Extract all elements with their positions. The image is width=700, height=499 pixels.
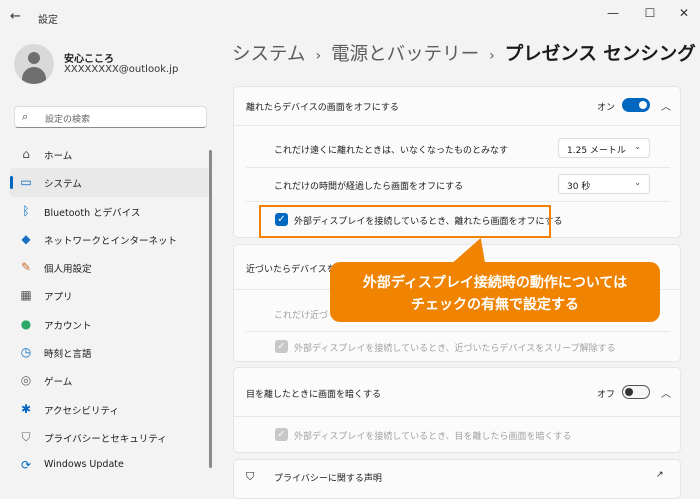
clock-icon: ◷: [20, 345, 32, 360]
lock-on-leave-title: 離れたらデバイスの画面をオフにする: [246, 103, 399, 113]
external-display-dim-label: 外部ディスプレイを接続しているとき、目を離したら画面を暗くする: [294, 432, 572, 442]
lock-on-leave-toggle[interactable]: [622, 98, 650, 112]
breadcrumb: システム › 電源とバッテリー › プレゼンス センシング: [232, 40, 696, 66]
sidebar-item-label: ネットワークとインターネット: [44, 235, 178, 247]
wake-distance-label: これだけ近づ: [274, 311, 329, 321]
brush-icon: ✎: [20, 260, 32, 275]
person-head-icon: [28, 52, 40, 64]
dim-toggle-state: オフ: [597, 390, 616, 400]
game-icon: ◎: [20, 373, 32, 388]
distance-select[interactable]: 1.25 メートル ⌄: [558, 138, 650, 158]
chevron-up-icon[interactable]: ︿: [661, 98, 671, 113]
sidebar-item-label: アカウント: [44, 320, 92, 332]
sidebar-item-system[interactable]: ▭ システム: [10, 168, 210, 197]
sidebar-item-clock[interactable]: ◷ 時刻と言語: [10, 338, 210, 366]
page-title: プレゼンス センシング: [504, 44, 696, 65]
chevron-down-icon: ⌄: [634, 142, 641, 151]
update-icon: ⟳: [20, 458, 32, 473]
sidebar-item-home[interactable]: ⌂ ホーム: [10, 140, 210, 168]
sidebar-item-label: 個人用設定: [44, 264, 92, 276]
callout-line-2: チェックの有無で設定する: [411, 297, 579, 313]
apps-icon: ▦: [20, 288, 32, 303]
maximize-icon[interactable]: ☐: [640, 6, 660, 20]
search-placeholder: 設定の検索: [45, 115, 91, 125]
external-link-icon: ↗: [656, 470, 664, 480]
sidebar-item-label: Windows Update: [44, 459, 124, 471]
network-icon: ◆: [21, 231, 31, 246]
dim-on-look-away-toggle[interactable]: [622, 385, 650, 399]
sidebar-item-label: アプリ: [44, 292, 73, 304]
sidebar-item-accessibility[interactable]: ✱ アクセシビリティ: [10, 395, 210, 423]
distance-value: 1.25 メートル: [567, 146, 626, 156]
sidebar-item-apps[interactable]: ▦ アプリ: [10, 281, 210, 309]
system-icon: ▭: [20, 175, 32, 190]
timeout-select[interactable]: 30 秒 ⌄: [558, 174, 650, 194]
sidebar-scrollbar[interactable]: [209, 150, 212, 468]
account-icon: ●: [20, 316, 32, 331]
external-display-dim-checkbox[interactable]: ✓: [275, 428, 288, 441]
sidebar-item-label: アクセシビリティ: [44, 405, 119, 417]
sidebar-item-update[interactable]: ⟳ Windows Update: [10, 451, 210, 479]
active-indicator: [10, 176, 13, 190]
search-icon: ⌕: [22, 110, 29, 123]
dim-on-look-away-card: 目を離したときに画面を暗くする オフ ︿ ✓ 外部ディスプレイを接続しているとき…: [233, 367, 682, 453]
sidebar-item-shield[interactable]: ⛉ プライバシーとセキュリティ: [10, 423, 210, 451]
sidebar-item-account[interactable]: ● アカウント: [10, 310, 210, 338]
timeout-value: 30 秒: [567, 182, 591, 192]
sidebar-item-label: Bluetooth とデバイス: [44, 207, 141, 219]
window-title: 設定: [38, 15, 58, 26]
sidebar-item-network[interactable]: ◆ ネットワークとインターネット: [10, 225, 210, 253]
person-body-icon: [22, 67, 46, 84]
dim-on-look-away-title: 目を離したときに画面を暗くする: [246, 390, 382, 400]
timeout-label: これだけの時間が経過したら画面をオフにする: [274, 182, 464, 192]
privacy-statement-card[interactable]: ⛉ プライバシーに関する声明 ↗: [233, 459, 681, 499]
callout-balloon: 外部ディスプレイ接続時の動作については チェックの有無で設定する: [330, 262, 660, 322]
breadcrumb-power[interactable]: 電源とバッテリー: [331, 44, 479, 65]
external-display-wake-checkbox[interactable]: ✓: [275, 340, 288, 353]
accessibility-icon: ✱: [20, 401, 32, 416]
callout-line-1: 外部ディスプレイ接続時の動作については: [362, 275, 628, 291]
sidebar-item-brush[interactable]: ✎ 個人用設定: [10, 253, 210, 281]
highlight-box: [259, 205, 551, 238]
sidebar-item-label: プライバシーとセキュリティ: [44, 433, 167, 445]
minimize-icon[interactable]: —: [603, 6, 623, 20]
breadcrumb-system[interactable]: システム: [232, 44, 305, 65]
sidebar-item-game[interactable]: ◎ ゲーム: [10, 366, 210, 394]
sidebar-item-bluetooth[interactable]: ᛒ Bluetooth とデバイス: [10, 197, 210, 225]
shield-icon: ⛉: [21, 429, 31, 444]
sidebar-item-label: ゲーム: [44, 377, 73, 389]
user-email: XXXXXXXX@outlook.jp: [64, 64, 179, 75]
home-icon: ⌂: [22, 147, 30, 161]
privacy-statement-link[interactable]: プライバシーに関する声明: [274, 471, 382, 484]
shield-icon: ⛉: [246, 470, 255, 483]
lock-toggle-state: オン: [597, 103, 616, 113]
sidebar: 安心こころ XXXXXXXX@outlook.jp ⌕ 設定の検索 ⌂ ホーム ▭ シ…: [0, 34, 215, 484]
breadcrumb-separator: ›: [315, 48, 322, 64]
bluetooth-icon: ᛒ: [22, 203, 30, 218]
user-profile[interactable]: 安心こころ XXXXXXXX@outlook.jp: [14, 44, 214, 94]
user-name: 安心こころ: [64, 54, 114, 65]
search-input[interactable]: ⌕ 設定の検索: [14, 106, 207, 128]
back-arrow-icon[interactable]: ←: [10, 9, 21, 24]
sidebar-item-label: システム: [44, 179, 82, 191]
close-icon[interactable]: ✕: [674, 6, 694, 20]
sidebar-item-label: ホーム: [44, 151, 73, 162]
breadcrumb-separator: ›: [489, 48, 495, 64]
chevron-up-icon[interactable]: ︿: [661, 385, 671, 400]
external-display-wake-label: 外部ディスプレイを接続しているとき、近づいたらデバイスをスリープ解除する: [294, 344, 616, 354]
chevron-down-icon: ⌄: [634, 178, 641, 187]
sidebar-nav: ⌂ ホーム ▭ システム ᛒ Bluetooth とデバイス ◆ ネットワークとインターネット…: [10, 140, 210, 480]
title-bar: ← 設定 — ☐ ✕: [0, 0, 700, 34]
avatar: [14, 44, 54, 84]
sidebar-item-label: 時刻と言語: [44, 349, 92, 361]
distance-label: これだけ遠くに離れたときは、いなくなったものとみなす: [274, 146, 509, 156]
